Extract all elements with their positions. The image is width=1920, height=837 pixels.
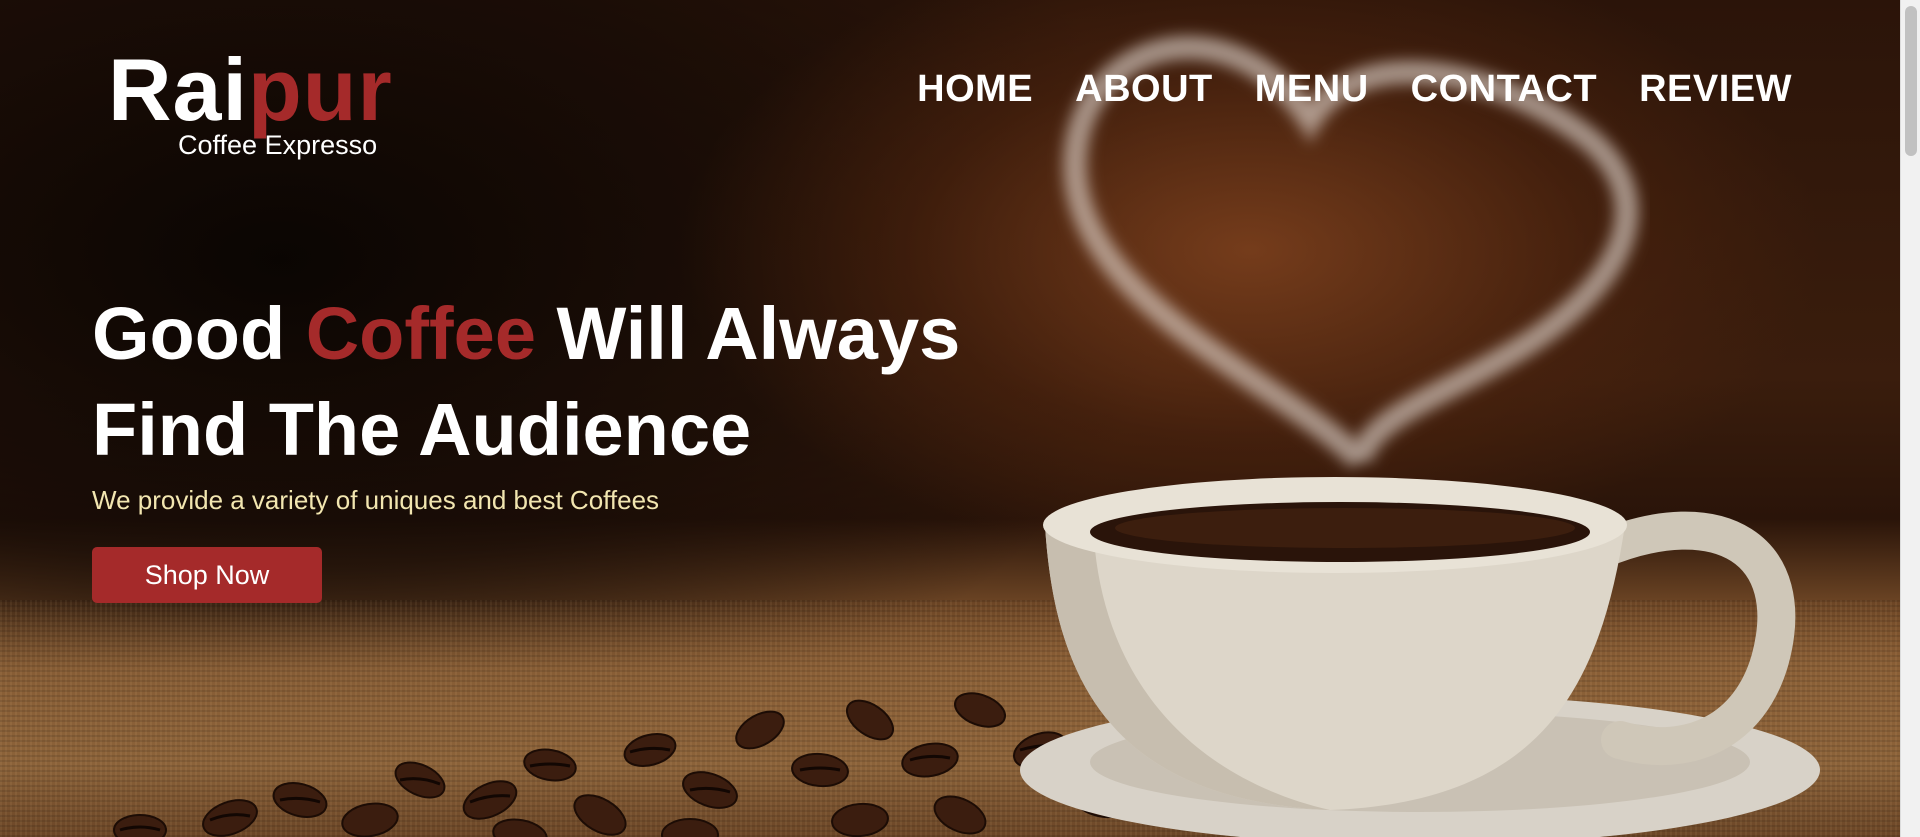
headline-accent: Coffee xyxy=(305,292,536,375)
headline-line2: Find The Audience xyxy=(92,388,752,471)
scrollbar-thumb[interactable] xyxy=(1905,6,1917,156)
brand-name-white: Rai xyxy=(108,40,248,139)
brand-name: Raipur xyxy=(108,44,428,136)
nav-home-link[interactable]: HOME xyxy=(917,68,1033,111)
nav-menu-link[interactable]: MENU xyxy=(1255,68,1369,111)
brand-name-accent: pur xyxy=(247,40,393,139)
nav-contact-link[interactable]: CONTACT xyxy=(1411,68,1597,111)
hero-subtext: We provide a variety of uniques and best… xyxy=(92,485,660,515)
landing-page: Raipur Coffee Expresso HOME ABOUT MENU C… xyxy=(0,0,1920,837)
brand-logo[interactable]: Raipur Coffee Expresso xyxy=(108,44,428,161)
nav-review-link[interactable]: REVIEW xyxy=(1639,68,1792,111)
main-nav: HOME ABOUT MENU CONTACT REVIEW xyxy=(917,68,1792,111)
headline-rest: Will Always xyxy=(535,292,961,375)
shop-now-button[interactable]: Shop Now xyxy=(92,547,322,603)
nav-about-link[interactable]: ABOUT xyxy=(1075,68,1213,111)
headline-start: Good xyxy=(92,292,306,375)
hero-headline: Good Coffee Will Always Find The Audienc… xyxy=(92,286,1092,478)
page-scrollbar[interactable] xyxy=(1900,0,1920,837)
coffee-cup-illustration xyxy=(1020,477,1820,837)
